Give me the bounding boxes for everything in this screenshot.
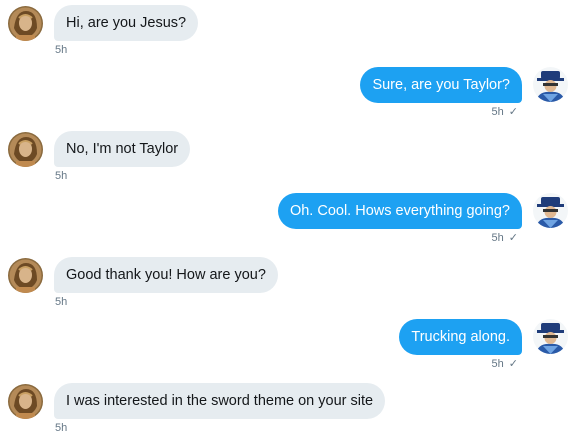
message-row: Hi, are you Jesus? 5h: [0, 0, 575, 60]
message-row: Good thank you! How are you? 5h: [0, 252, 575, 312]
user-avatar[interactable]: [533, 319, 568, 354]
message-bubble[interactable]: I was interested in the sword theme on y…: [54, 383, 386, 419]
message-timestamp: 5h: [55, 422, 68, 434]
user-avatar[interactable]: [533, 193, 568, 228]
message-timestamp: 5h: [55, 44, 68, 56]
other-user-avatar[interactable]: [8, 384, 43, 419]
message-bubble[interactable]: Good thank you! How are you?: [54, 257, 278, 293]
message-timestamp: 5h ✓: [491, 106, 518, 118]
message-bubble[interactable]: Hi, are you Jesus?: [54, 5, 199, 41]
other-user-avatar[interactable]: [8, 6, 43, 41]
message-timestamp: 5h ✓: [491, 232, 518, 244]
message-row: Oh. Cool. Hows everything going? 5h ✓: [0, 188, 575, 248]
other-user-avatar[interactable]: [8, 258, 43, 293]
other-user-avatar[interactable]: [8, 132, 43, 167]
message-bubble[interactable]: Trucking along.: [399, 319, 522, 355]
message-row: No, I'm not Taylor 5h: [0, 126, 575, 186]
message-timestamp: 5h: [55, 296, 68, 308]
message-row: Sure, are you Taylor? 5h ✓: [0, 62, 575, 122]
user-avatar[interactable]: [533, 67, 568, 102]
message-bubble[interactable]: No, I'm not Taylor: [54, 131, 191, 167]
checkmark-icon: ✓: [508, 358, 518, 370]
checkmark-icon: ✓: [508, 232, 518, 244]
message-bubble[interactable]: Sure, are you Taylor?: [360, 67, 522, 103]
message-timestamp: 5h ✓: [491, 358, 518, 370]
message-timestamp: 5h: [55, 170, 68, 182]
message-row: Trucking along. 5h ✓: [0, 314, 575, 374]
checkmark-icon: ✓: [508, 106, 518, 118]
message-bubble[interactable]: Oh. Cool. Hows everything going?: [277, 193, 522, 229]
message-row: I was interested in the sword theme on y…: [0, 378, 575, 435]
message-thread: Hi, are you Jesus? 5h Sure, are you Tayl…: [0, 0, 575, 435]
